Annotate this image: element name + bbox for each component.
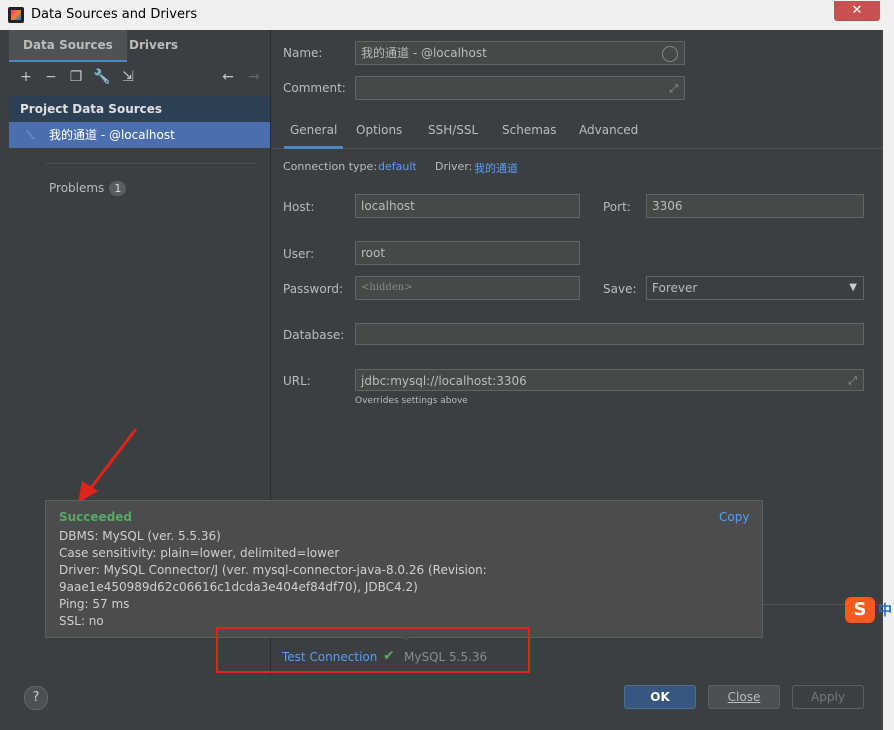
save-select[interactable]: Forever ▼ — [646, 276, 864, 300]
expand-icon[interactable]: ⤢ — [669, 78, 678, 100]
ime-mode-label[interactable]: 中 — [878, 600, 892, 620]
test-connection-popup: Succeeded Copy DBMS: MySQL (ver. 5.5.36)… — [45, 500, 763, 638]
popup-line: DBMS: MySQL (ver. 5.5.36) — [59, 529, 221, 543]
connection-type-link[interactable]: default — [378, 160, 417, 173]
left-toolbar: + − ❐ 🔧 ⇲ ← → — [9, 62, 270, 92]
back-icon[interactable]: ← — [219, 68, 237, 86]
host-field[interactable]: localhost — [355, 194, 580, 218]
add-icon[interactable]: + — [17, 68, 35, 86]
window-edge — [883, 0, 894, 730]
url-label: URL: — [283, 374, 311, 388]
project-data-sources-header: Project Data Sources — [9, 96, 270, 122]
close-button[interactable]: Close — [708, 685, 780, 709]
ime-logo-icon[interactable]: S — [845, 597, 875, 623]
driver-link[interactable]: 我的通道 — [474, 160, 518, 176]
name-value: 我的通道 - @localhost — [361, 46, 487, 60]
annotation-highlight-box — [216, 627, 530, 673]
status-succeeded: Succeeded — [59, 510, 133, 524]
forward-icon[interactable]: → — [245, 68, 263, 86]
port-label: Port: — [603, 200, 631, 214]
database-field[interactable] — [355, 323, 864, 345]
tab-drivers[interactable]: Drivers — [115, 30, 192, 60]
color-circle-icon[interactable] — [662, 46, 678, 62]
popup-line: Case sensitivity: plain=lower, delimited… — [59, 546, 340, 560]
wrench-icon[interactable]: 🔧 — [93, 68, 111, 86]
copy-link[interactable]: Copy — [719, 510, 749, 524]
problems-item[interactable]: Problems 1 — [49, 181, 127, 196]
url-value: jdbc:mysql://localhost:3306 — [361, 374, 527, 388]
driver-label: Driver: — [435, 160, 473, 173]
password-label: Password: — [283, 282, 344, 296]
popup-line: SSL: no — [59, 614, 104, 628]
problems-label: Problems — [49, 181, 105, 195]
app-icon — [8, 7, 24, 23]
url-field[interactable]: jdbc:mysql://localhost:3306 ⤢ — [355, 369, 864, 391]
comment-field[interactable]: ⤢ — [355, 76, 685, 100]
popup-line: Driver: MySQL Connector/J (ver. mysql-co… — [59, 563, 487, 577]
tab-options[interactable]: Options — [355, 116, 403, 146]
remove-icon[interactable]: − — [42, 68, 60, 86]
password-field[interactable]: <hidden> — [355, 276, 580, 300]
divider — [45, 163, 255, 164]
popup-line: 9aae1e450989d62c06616c1dcda3e404ef84df70… — [59, 580, 418, 594]
tab-data-sources[interactable]: Data Sources — [9, 30, 127, 62]
tab-general[interactable]: General — [284, 116, 344, 149]
user-field[interactable]: root — [355, 241, 580, 265]
problems-count-badge: 1 — [109, 181, 127, 196]
save-value: Forever — [652, 281, 698, 295]
url-hint: Overrides settings above — [355, 396, 468, 406]
chevron-down-icon: ▼ — [849, 282, 857, 293]
host-label: Host: — [283, 200, 315, 214]
duplicate-icon[interactable]: ❐ — [67, 68, 85, 86]
help-button[interactable]: ? — [24, 686, 48, 710]
name-label: Name: — [283, 46, 323, 60]
annotation-arrow — [78, 428, 138, 503]
tab-ssh-ssl[interactable]: SSH/SSL — [427, 116, 479, 146]
expand-icon[interactable]: ⤢ — [848, 370, 857, 392]
mysql-icon: ⟍ — [26, 128, 35, 142]
ok-button[interactable]: OK — [624, 685, 696, 709]
data-source-label: 我的通道 - @localhost — [49, 128, 175, 142]
popup-line: Ping: 57 ms — [59, 597, 130, 611]
title-bar: Data Sources and Drivers ✕ — [0, 0, 894, 30]
port-field[interactable]: 3306 — [646, 194, 864, 218]
data-source-item[interactable]: ⟍ 我的通道 - @localhost — [9, 122, 270, 148]
window-title: Data Sources and Drivers — [31, 7, 198, 22]
settings-tabs: General Options SSH/SSL Schemas Advanced — [271, 116, 883, 149]
name-field[interactable]: 我的通道 - @localhost — [355, 41, 685, 65]
user-label: User: — [283, 247, 315, 261]
tab-schemas[interactable]: Schemas — [501, 116, 558, 146]
save-label: Save: — [603, 282, 637, 296]
tab-advanced[interactable]: Advanced — [578, 116, 639, 146]
apply-button[interactable]: Apply — [792, 685, 864, 709]
database-label: Database: — [283, 328, 345, 342]
comment-label: Comment: — [283, 81, 346, 95]
import-icon[interactable]: ⇲ — [119, 68, 137, 86]
window-close-button[interactable]: ✕ — [834, 1, 880, 21]
connection-type-label: Connection type: — [283, 160, 378, 173]
